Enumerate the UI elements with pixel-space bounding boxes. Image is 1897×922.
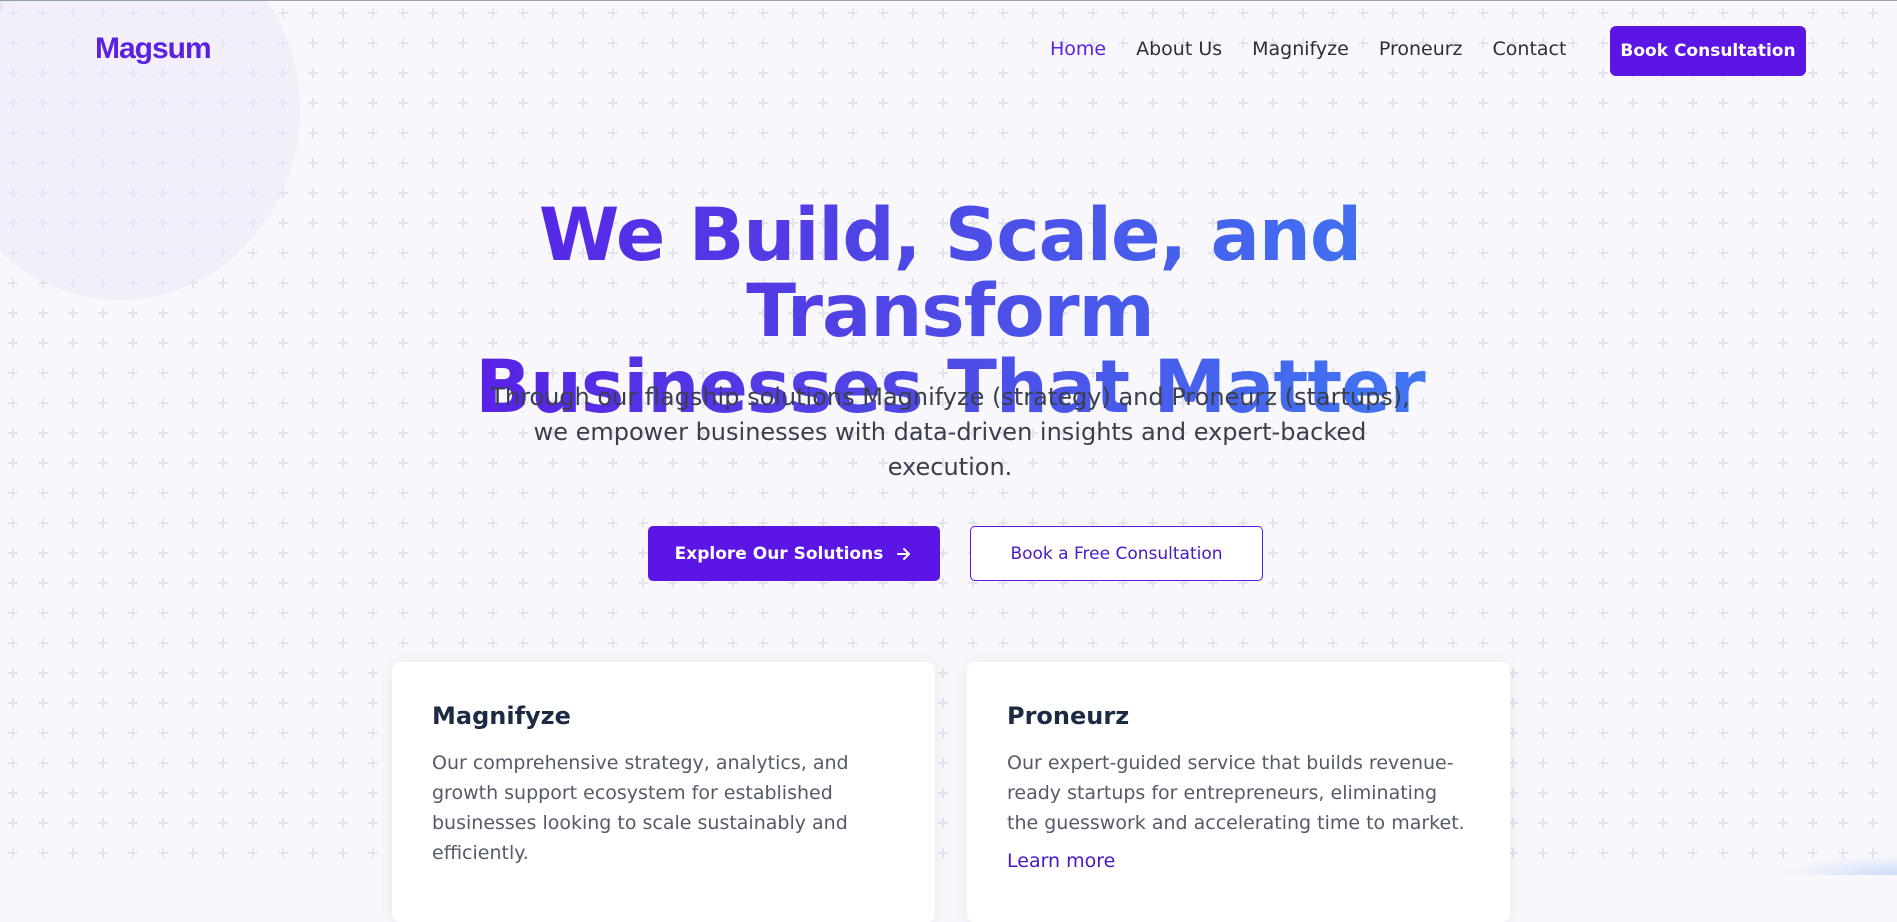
hero-subtitle: Through our flagship solutions Magnifyze… xyxy=(490,383,1410,481)
nav-proneurz[interactable]: Proneurz xyxy=(1379,38,1463,60)
logo[interactable]: Magsum xyxy=(95,32,212,66)
main-nav: Home About Us Magnifyze Proneurz Contact xyxy=(1050,38,1596,60)
explore-solutions-label: Explore Our Solutions xyxy=(674,543,884,564)
card-title: Proneurz xyxy=(1007,702,1130,730)
card-magnifyze[interactable]: Magnifyze Our comprehensive strategy, an… xyxy=(392,662,935,922)
nav-about-us[interactable]: About Us xyxy=(1136,38,1222,60)
card-proneurz[interactable]: Proneurz Our expert-guided service that … xyxy=(967,662,1510,922)
nav-contact[interactable]: Contact xyxy=(1493,38,1567,60)
card-description: Our comprehensive strategy, analytics, a… xyxy=(432,752,849,864)
learn-more-link[interactable]: Learn more xyxy=(1007,850,1470,872)
free-consultation-button[interactable]: Book a Free Consultation xyxy=(970,526,1263,581)
corner-decoration xyxy=(1777,855,1897,875)
nav-magnifyze[interactable]: Magnifyze xyxy=(1252,38,1349,60)
explore-solutions-button[interactable]: Explore Our Solutions xyxy=(648,526,940,581)
nav-home[interactable]: Home xyxy=(1050,38,1106,60)
arrow-right-icon xyxy=(897,547,911,560)
card-title: Magnifyze xyxy=(432,702,571,730)
site-header: Magsum Home About Us Magnifyze Proneurz … xyxy=(0,0,1897,100)
hero-title-line1: We Build, Scale, and Transform xyxy=(538,193,1362,354)
book-consultation-button[interactable]: Book Consultation xyxy=(1610,26,1806,76)
card-description: Our expert-guided service that builds re… xyxy=(1007,752,1465,834)
